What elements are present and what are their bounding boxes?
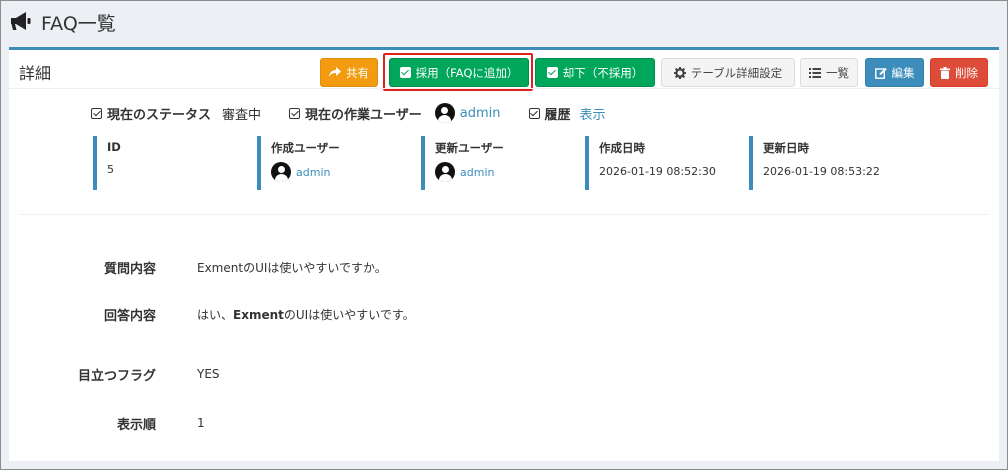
share-button[interactable]: 共有: [320, 58, 378, 87]
field-answer: 回答内容 はい、ExmentのUIは使いやすいです。: [9, 303, 999, 325]
info-card-created-at: 作成日時 2026-01-19 08:52:30: [585, 136, 716, 190]
share-icon: [329, 67, 341, 77]
share-label: 共有: [346, 65, 369, 80]
field-question: 質問内容 ExmentのUIは使いやすいですか。: [9, 256, 999, 278]
edit-button[interactable]: 編集: [865, 58, 924, 87]
edit-icon: [874, 67, 887, 79]
id-label: ID: [107, 140, 121, 154]
flag-label: 目立つフラグ: [77, 368, 156, 384]
history-link[interactable]: 表示: [580, 104, 606, 123]
gear-icon: [673, 66, 686, 79]
list-icon: [809, 67, 821, 78]
highlight-box: [383, 53, 533, 91]
reject-label: 却下（不採用）: [562, 65, 644, 80]
delete-label: 削除: [955, 65, 978, 80]
status-row: 現在のステータス 審査中 現在の作業ユーザー admin 履歴 表示: [91, 102, 634, 124]
answer-value: はい、ExmentのUIは使いやすいです。: [197, 306, 415, 323]
updated-user-link[interactable]: admin: [460, 166, 494, 179]
answer-prefix: はい、: [197, 307, 234, 322]
question-label: 質問内容: [103, 261, 156, 277]
created-user-value-wrap: admin: [271, 162, 340, 182]
current-user-link[interactable]: admin: [460, 106, 501, 121]
delete-button[interactable]: 削除: [930, 58, 988, 87]
list-button[interactable]: 一覧: [800, 58, 858, 87]
user-avatar-icon: [435, 162, 455, 182]
history: 履歴 表示: [528, 104, 606, 123]
edit-label: 編集: [891, 65, 915, 80]
detail-box: 詳細 共有 採用（FAQに追加） 却下（不採用） テーブル詳細設定 一覧 編集 …: [9, 47, 999, 461]
info-card-created-user: 作成ユーザー admin: [257, 136, 340, 190]
box-title: 詳細: [19, 64, 52, 83]
info-card-id: ID 5: [93, 136, 121, 190]
created-at-value: 2026-01-19 08:52:30: [599, 165, 716, 178]
trash-icon: [940, 66, 950, 79]
updated-at-value: 2026-01-19 08:53:22: [763, 165, 880, 178]
info-card-updated-at: 更新日時 2026-01-19 08:53:22: [749, 136, 880, 190]
window-frame: FAQ一覧 詳細 共有 採用（FAQに追加） 却下（不採用） テーブル詳細設定 …: [0, 0, 1008, 470]
answer-suffix: のUIは使いやすいです。: [283, 307, 415, 322]
current-status-value: 審査中: [222, 107, 262, 123]
user-avatar-icon: [434, 103, 455, 123]
box-divider: [9, 88, 999, 89]
list-label: 一覧: [826, 65, 849, 80]
check-square-icon: [528, 107, 540, 119]
id-value: 5: [107, 163, 114, 176]
field-flag: 目立つフラグ YES: [9, 363, 999, 385]
created-user-label: 作成ユーザー: [271, 141, 340, 155]
current-user-label: 現在の作業ユーザー: [305, 107, 422, 123]
user-avatar-icon: [271, 162, 291, 182]
updated-at-label: 更新日時: [763, 141, 809, 155]
current-status-label: 現在のステータス: [107, 107, 212, 123]
flag-value: YES: [197, 367, 220, 381]
check-square-icon: [91, 107, 102, 119]
field-order: 表示順 1: [9, 412, 999, 434]
answer-bold: Exment: [233, 307, 284, 322]
question-value: ExmentのUIは使いやすいですか。: [197, 260, 387, 275]
created-at-label: 作成日時: [599, 141, 645, 155]
table-settings-label: テーブル詳細設定: [690, 65, 783, 80]
answer-label: 回答内容: [103, 308, 156, 324]
info-card-updated-user: 更新ユーザー admin: [421, 136, 504, 190]
history-label: 履歴: [544, 107, 571, 123]
created-user-link[interactable]: admin: [296, 166, 330, 179]
updated-user-value-wrap: admin: [435, 162, 504, 182]
updated-user-label: 更新ユーザー: [435, 141, 504, 155]
current-user: 現在の作業ユーザー admin: [289, 103, 501, 123]
table-settings-button[interactable]: テーブル詳細設定: [661, 58, 795, 87]
order-value: 1: [197, 416, 205, 430]
order-label: 表示順: [116, 417, 156, 433]
bullhorn-icon: [11, 12, 31, 30]
check-square-icon: [546, 67, 558, 78]
reject-button[interactable]: 却下（不採用）: [535, 58, 655, 87]
page-title: FAQ一覧: [41, 12, 116, 35]
content-divider: [19, 214, 989, 215]
check-square-icon: [289, 107, 301, 119]
page-header: FAQ一覧: [9, 7, 116, 37]
current-status: 現在のステータス 審査中: [91, 104, 261, 123]
